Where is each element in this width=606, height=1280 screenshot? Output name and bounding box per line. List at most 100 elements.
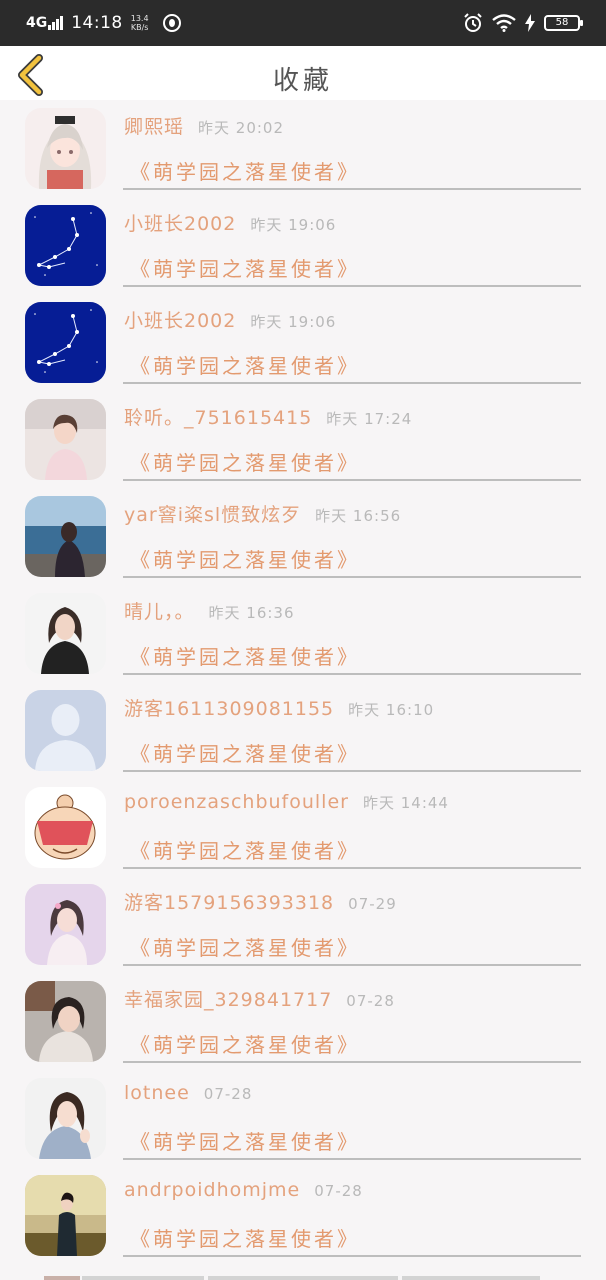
user-avatar[interactable]	[25, 690, 106, 771]
favorite-item[interactable]: poroenzaschbufouller 昨天 14:44 《萌学园之落星使者》	[0, 779, 606, 876]
alarm-icon	[464, 13, 482, 32]
item-meta: 幸福家园_329841717 07-28	[124, 985, 395, 1012]
item-meta: 小班长2002 昨天 19:06	[124, 306, 336, 333]
girl-black-jacket-avatar	[25, 593, 106, 674]
favorite-item[interactable]: 卿熙瑶 昨天 20:02 《萌学园之落星使者》	[0, 100, 606, 197]
item-meta: 游客1579156393318 07-29	[124, 888, 397, 915]
item-meta: 聆听。_751615415 昨天 17:24	[124, 403, 412, 430]
divider	[123, 673, 581, 675]
pink-girl-avatar	[25, 884, 106, 965]
game-title[interactable]: 《萌学园之落星使者》	[130, 447, 360, 476]
favorite-item[interactable]: lotnee 07-28 《萌学园之落星使者》	[0, 1070, 606, 1167]
divider	[123, 1158, 581, 1160]
status-time: 14:18	[71, 13, 123, 33]
cartoon-girl-avatar	[25, 787, 106, 868]
timestamp: 07-28	[346, 992, 395, 1010]
favorite-item[interactable]: 小班长2002 昨天 19:06 《萌学园之落星使者》	[0, 197, 606, 294]
game-title[interactable]: 《萌学园之落星使者》	[130, 1126, 360, 1155]
constellation-avatar	[25, 205, 106, 286]
game-title[interactable]: 《萌学园之落星使者》	[130, 738, 360, 767]
item-meta: 卿熙瑶 昨天 20:02	[124, 112, 284, 139]
favorite-item[interactable]: 游客1579156393318 07-29 《萌学园之落星使者》	[0, 876, 606, 973]
timestamp: 昨天 14:44	[362, 794, 449, 812]
game-title[interactable]: 《萌学园之落星使者》	[130, 932, 360, 961]
username: poroenzaschbufouller	[124, 791, 349, 813]
game-title[interactable]: 《萌学园之落星使者》	[130, 350, 360, 379]
divider	[123, 285, 581, 287]
divider	[123, 382, 581, 384]
qipao-photo-avatar	[25, 1175, 106, 1256]
signal-icon	[48, 16, 64, 30]
timestamp: 昨天 19:06	[250, 216, 337, 234]
item-meta: andrpoidhomjme 07-28	[124, 1179, 363, 1201]
timestamp: 昨天 20:02	[198, 119, 285, 137]
user-avatar[interactable]	[25, 884, 106, 965]
user-avatar[interactable]	[25, 787, 106, 868]
username: 晴儿，。	[124, 601, 195, 623]
default-user-avatar	[25, 690, 106, 771]
game-title[interactable]: 《萌学园之落星使者》	[130, 544, 360, 573]
game-title[interactable]: 《萌学园之落星使者》	[130, 1029, 360, 1058]
favorite-item[interactable]: 幸福家园_329841717 07-28 《萌学园之落星使者》	[0, 973, 606, 1070]
girl-photo-avatar	[25, 399, 106, 480]
item-meta: poroenzaschbufouller 昨天 14:44	[124, 791, 449, 813]
user-avatar[interactable]	[25, 1078, 106, 1159]
user-avatar[interactable]	[25, 1175, 106, 1256]
user-avatar[interactable]	[25, 108, 106, 189]
divider	[123, 1255, 581, 1257]
username: 幸福家园_329841717	[124, 989, 333, 1011]
timestamp: 07-28	[314, 1182, 363, 1200]
divider	[123, 188, 581, 190]
favorite-item[interactable]: andrpoidhomjme 07-28 《萌学园之落星使者》	[0, 1167, 606, 1264]
timestamp: 07-28	[203, 1085, 253, 1103]
divider	[123, 1061, 581, 1063]
divider	[123, 770, 581, 772]
favorite-item[interactable]: yar窨i粢sl惯致炫歹 昨天 16:56 《萌学园之落星使者》	[0, 488, 606, 585]
user-avatar[interactable]	[25, 593, 106, 674]
timestamp: 07-29	[348, 895, 397, 913]
username: yar窨i粢sl惯致炫歹	[124, 504, 302, 526]
username: 小班长2002	[124, 310, 237, 332]
username: andrpoidhomjme	[124, 1179, 301, 1201]
seaside-photo-avatar	[25, 496, 106, 577]
game-title[interactable]: 《萌学园之落星使者》	[130, 1223, 360, 1252]
divider	[123, 479, 581, 481]
wifi-icon	[492, 14, 516, 32]
anime-girl-avatar	[25, 108, 106, 189]
app-notification-icon	[162, 14, 181, 32]
item-meta: yar窨i粢sl惯致炫歹 昨天 16:56	[124, 500, 401, 527]
selfie-girl-avatar	[25, 1078, 106, 1159]
item-meta: lotnee 07-28	[124, 1082, 252, 1104]
user-avatar[interactable]	[25, 981, 106, 1062]
favorite-item[interactable]: 小班长2002 昨天 19:06 《萌学园之落星使者》	[0, 294, 606, 391]
username: 游客1611309081155	[124, 698, 335, 720]
username: 卿熙瑶	[124, 116, 185, 138]
favorite-item[interactable]: 游客1611309081155 昨天 16:10 《萌学园之落星使者》	[0, 682, 606, 779]
battery-icon: 58	[544, 15, 583, 31]
game-title[interactable]: 《萌学园之落星使者》	[130, 253, 360, 282]
app-header: 收藏	[0, 46, 606, 100]
network-type: 4G	[26, 15, 48, 31]
item-meta: 游客1611309081155 昨天 16:10	[124, 694, 434, 721]
game-title[interactable]: 《萌学园之落星使者》	[130, 835, 360, 864]
divider	[123, 867, 581, 869]
user-avatar[interactable]	[25, 205, 106, 286]
divider	[123, 576, 581, 578]
username: 聆听。_751615415	[124, 407, 313, 429]
timestamp: 昨天 16:56	[315, 507, 402, 525]
speed-value: 13.4	[130, 14, 149, 23]
constellation-avatar	[25, 302, 106, 383]
user-avatar[interactable]	[25, 399, 106, 480]
timestamp: 昨天 17:24	[326, 410, 413, 428]
username: 游客1579156393318	[124, 892, 335, 914]
speed-unit: KB/s	[130, 23, 149, 32]
user-avatar[interactable]	[25, 496, 106, 577]
divider	[123, 964, 581, 966]
favorite-item[interactable]: 晴儿，。 昨天 16:36 《萌学园之落星使者》	[0, 585, 606, 682]
favorite-item[interactable]: 聆听。_751615415 昨天 17:24 《萌学园之落星使者》	[0, 391, 606, 488]
network-speed: 13.4 KB/s	[131, 14, 149, 32]
game-title[interactable]: 《萌学园之落星使者》	[130, 641, 360, 670]
child-photo-avatar	[25, 981, 106, 1062]
user-avatar[interactable]	[25, 302, 106, 383]
game-title[interactable]: 《萌学园之落星使者》	[130, 156, 360, 185]
